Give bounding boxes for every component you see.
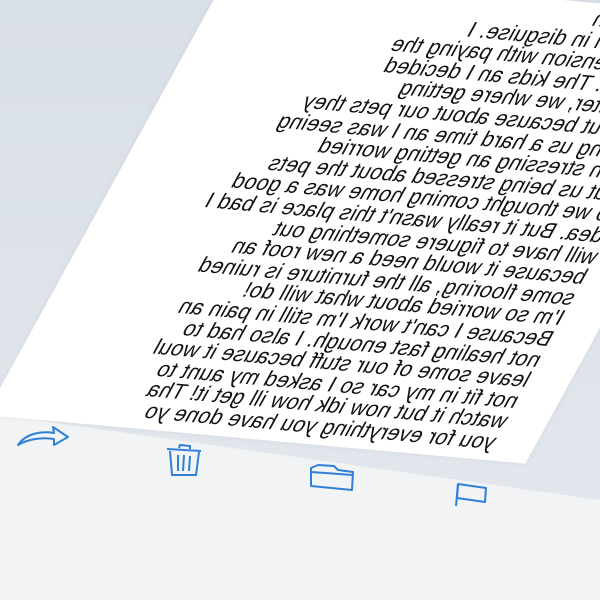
folder-icon[interactable] xyxy=(308,464,356,492)
flag-icon[interactable] xyxy=(452,480,492,508)
trash-icon[interactable] xyxy=(163,443,205,477)
reply-arrow-icon[interactable] xyxy=(16,425,70,451)
